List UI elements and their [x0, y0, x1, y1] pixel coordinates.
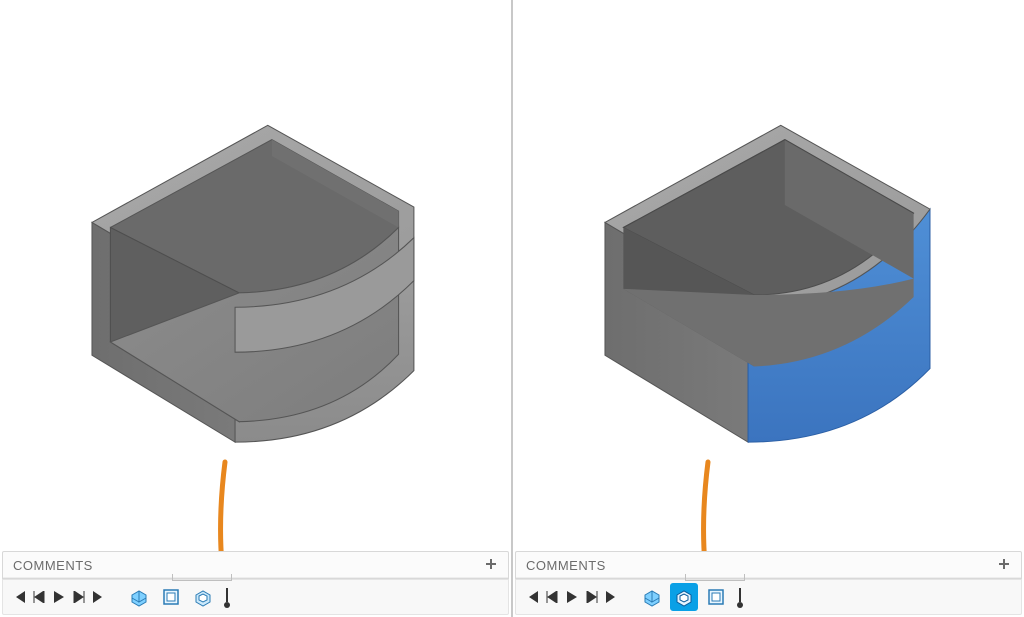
- timeline-step-fwd-button[interactable]: [582, 587, 602, 607]
- add-comment-button[interactable]: [482, 556, 500, 574]
- timeline-end-marker[interactable]: [735, 584, 745, 610]
- left-viewport: COMMENTS: [0, 0, 511, 617]
- timeline-group-bracket: [685, 574, 745, 581]
- timeline-end-button[interactable]: [89, 587, 109, 607]
- add-comment-button[interactable]: [995, 556, 1013, 574]
- timeline-end-marker[interactable]: [222, 584, 232, 610]
- right-viewport: COMMENTS: [513, 0, 1024, 617]
- timeline-right: [515, 579, 1022, 615]
- timeline-step-fwd-button[interactable]: [69, 587, 89, 607]
- timeline-play-button[interactable]: [49, 587, 69, 607]
- timeline-feature-shell[interactable]: [702, 583, 730, 611]
- timeline-feature-extrude-cut[interactable]: [670, 583, 698, 611]
- timeline-left: [2, 579, 509, 615]
- canvas-right[interactable]: [513, 0, 1024, 547]
- comments-panel-header[interactable]: COMMENTS: [515, 551, 1022, 579]
- timeline-feature-extrude[interactable]: [125, 583, 153, 611]
- comments-panel-header[interactable]: COMMENTS: [2, 551, 509, 579]
- timeline-step-back-button[interactable]: [29, 587, 49, 607]
- timeline-group-bracket: [172, 574, 232, 581]
- timeline-feature-extrude-cut[interactable]: [189, 583, 217, 611]
- comments-label: COMMENTS: [13, 558, 482, 573]
- timeline-feature-shell[interactable]: [157, 583, 185, 611]
- canvas-left[interactable]: [0, 0, 511, 547]
- timeline-step-back-button[interactable]: [542, 587, 562, 607]
- timeline-end-button[interactable]: [602, 587, 622, 607]
- comments-label: COMMENTS: [526, 558, 995, 573]
- timeline-feature-extrude[interactable]: [638, 583, 666, 611]
- timeline-rewind-button[interactable]: [522, 587, 542, 607]
- timeline-play-button[interactable]: [562, 587, 582, 607]
- timeline-rewind-button[interactable]: [9, 587, 29, 607]
